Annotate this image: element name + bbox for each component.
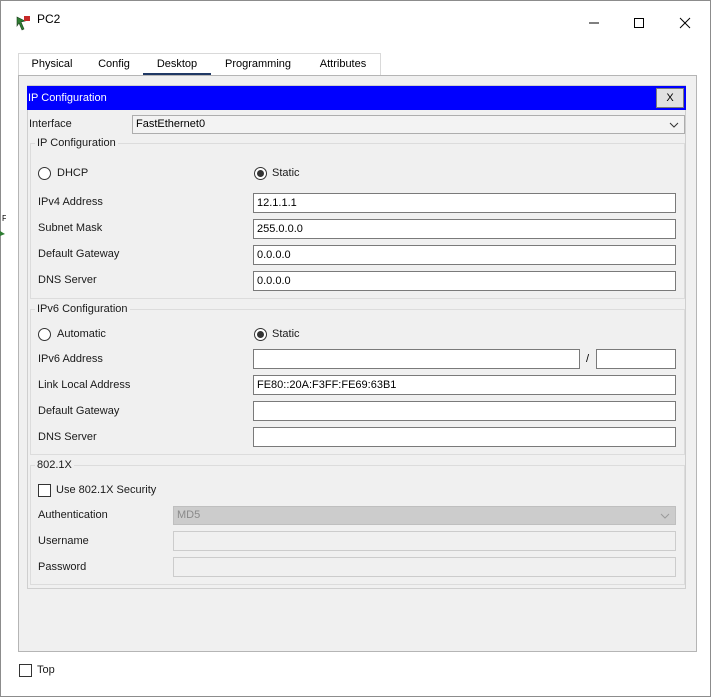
tab-attributes[interactable]: Attributes (307, 54, 379, 76)
link-local-label: Link Local Address (38, 379, 131, 391)
use-dot1x-checkbox[interactable] (38, 484, 51, 497)
minimize-button[interactable] (572, 9, 616, 37)
ipv4-static-label: Static (272, 167, 300, 179)
username-field[interactable] (173, 531, 676, 551)
use-dot1x-label: Use 802.1X Security (56, 484, 157, 496)
password-label: Password (38, 561, 87, 573)
tab-config[interactable]: Config (89, 54, 139, 76)
close-button[interactable] (663, 9, 707, 37)
link-local-field[interactable]: FE80::20A:F3FF:FE69:63B1 (253, 375, 676, 395)
maximize-icon (634, 18, 644, 28)
subnet-mask-label: Subnet Mask (38, 222, 103, 234)
ipv4-dns-label: DNS Server (38, 274, 97, 286)
ipv6-address-label: IPv6 Address (38, 353, 103, 365)
ipv4-address-field[interactable]: 12.1.1.1 (253, 193, 676, 213)
ipv4-group-title: IP Configuration (35, 137, 118, 149)
prefix-separator: / (586, 353, 590, 365)
maximize-button[interactable] (617, 9, 661, 37)
panel-title: IP Configuration (28, 92, 107, 104)
ipv4-gateway-field[interactable]: 0.0.0.0 (253, 245, 676, 265)
authentication-value: MD5 (177, 509, 201, 521)
ip-configuration-header: IP Configuration (27, 86, 686, 110)
interface-label: Interface (29, 118, 72, 130)
svg-text:F: F (2, 214, 6, 223)
ipv4-address-label: IPv4 Address (38, 196, 103, 208)
interface-select[interactable]: FastEthernet0 (132, 115, 685, 134)
tab-strip: Physical Config Desktop Programming Attr… (18, 53, 381, 76)
ipv6-address-field[interactable] (253, 349, 580, 369)
ipv6-prefix-field[interactable] (596, 349, 676, 369)
ipv6-group-title: IPv6 Configuration (35, 303, 130, 315)
tab-desktop[interactable]: Desktop (143, 54, 211, 76)
ipv6-gateway-field[interactable] (253, 401, 676, 421)
authentication-select[interactable]: MD5 (173, 506, 676, 525)
chevron-down-icon (660, 513, 670, 519)
ipv6-automatic-radio[interactable] (38, 328, 51, 341)
tab-programming[interactable]: Programming (217, 54, 299, 76)
ipv6-dns-label: DNS Server (38, 431, 97, 443)
interface-value: FastEthernet0 (136, 118, 206, 130)
ipv4-static-radio[interactable] (254, 167, 267, 180)
packet-tracer-pc-icon (16, 16, 30, 31)
background-topology-fragment: F (0, 214, 6, 236)
panel-close-button[interactable]: X (656, 88, 684, 108)
subnet-mask-field[interactable]: 255.0.0.0 (253, 219, 676, 239)
close-icon (679, 17, 691, 29)
dot1x-group-title: 802.1X (35, 459, 74, 471)
top-checkbox[interactable] (19, 664, 32, 677)
tab-physical[interactable]: Physical (22, 54, 82, 76)
ipv6-automatic-label: Automatic (57, 328, 106, 340)
top-label: Top (37, 664, 55, 676)
minimize-icon (589, 22, 599, 24)
password-field[interactable] (173, 557, 676, 577)
chevron-down-icon (669, 122, 679, 128)
dhcp-label: DHCP (57, 167, 89, 179)
ipv4-gateway-label: Default Gateway (38, 248, 120, 260)
ipv6-gateway-label: Default Gateway (38, 405, 120, 417)
ipv6-static-label: Static (272, 328, 300, 340)
ipv6-dns-field[interactable] (253, 427, 676, 447)
ipv4-dns-field[interactable]: 0.0.0.0 (253, 271, 676, 291)
username-label: Username (38, 535, 89, 547)
authentication-label: Authentication (38, 509, 108, 521)
title-bar[interactable]: PC2 (1, 1, 710, 41)
window-title: PC2 (37, 12, 61, 26)
dhcp-radio[interactable] (38, 167, 51, 180)
ipv6-static-radio[interactable] (254, 328, 267, 341)
